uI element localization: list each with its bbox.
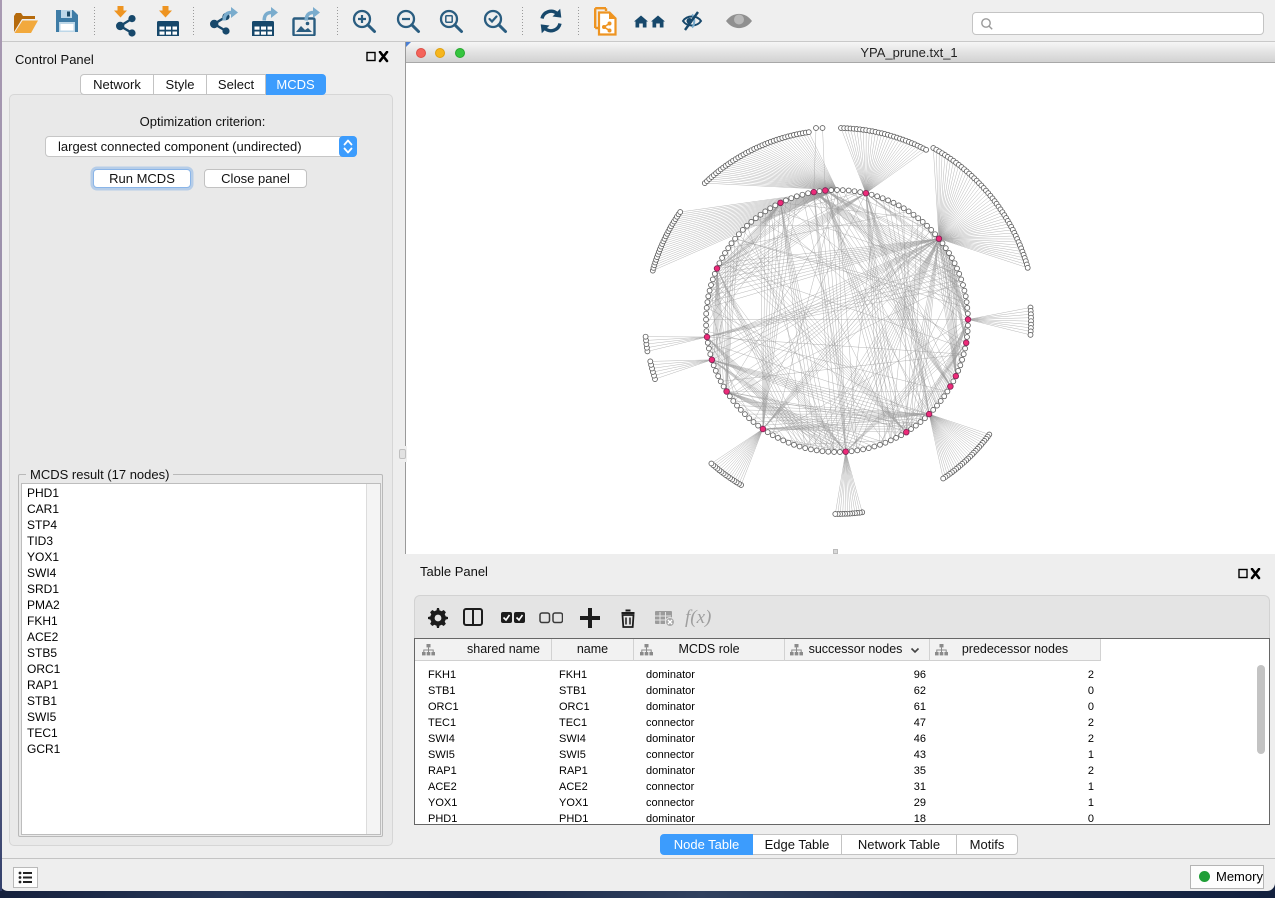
svg-text:f(x): f(x) xyxy=(685,607,711,628)
